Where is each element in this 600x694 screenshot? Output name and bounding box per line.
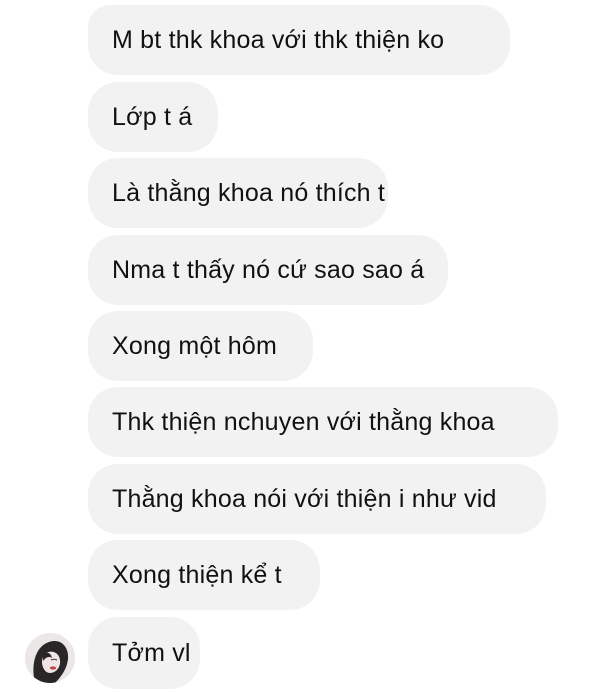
message-text: Xong thiện kể t xyxy=(112,560,282,589)
message-text: Là thằng khoa nó thích t xyxy=(112,178,386,207)
message-bubble[interactable]: M bt thk khoa với thk thiện ko xyxy=(88,5,510,75)
message-bubble[interactable]: Lớp t á xyxy=(88,82,218,152)
message-text: Lớp t á xyxy=(112,102,193,131)
message-thread: M bt thk khoa với thk thiện ko Lớp t á L… xyxy=(0,0,600,694)
message-bubble-last[interactable]: Tởm vl xyxy=(88,617,200,689)
avatar-image xyxy=(25,633,75,683)
message-text: Nma t thấy nó cứ sao sao á xyxy=(112,255,425,284)
message-bubble[interactable]: Là thằng khoa nó thích t xyxy=(88,158,388,228)
message-bubble[interactable]: Nma t thấy nó cứ sao sao á xyxy=(88,235,448,305)
contact-avatar-icon[interactable] xyxy=(25,633,75,683)
message-text: Tởm vl xyxy=(112,638,191,667)
message-bubble[interactable]: Thằng khoa nói với thiện i như vid xyxy=(88,464,546,534)
message-text: M bt thk khoa với thk thiện ko xyxy=(112,25,445,54)
message-text: Xong một hôm xyxy=(112,331,277,360)
message-text: Thk thiện nchuyen với thằng khoa xyxy=(112,407,495,436)
message-bubble[interactable]: Xong thiện kể t xyxy=(88,540,320,610)
message-bubble[interactable]: Xong một hôm xyxy=(88,311,313,381)
message-bubble[interactable]: Thk thiện nchuyen với thằng khoa xyxy=(88,387,558,457)
message-text: Thằng khoa nói với thiện i như vid xyxy=(112,484,497,513)
